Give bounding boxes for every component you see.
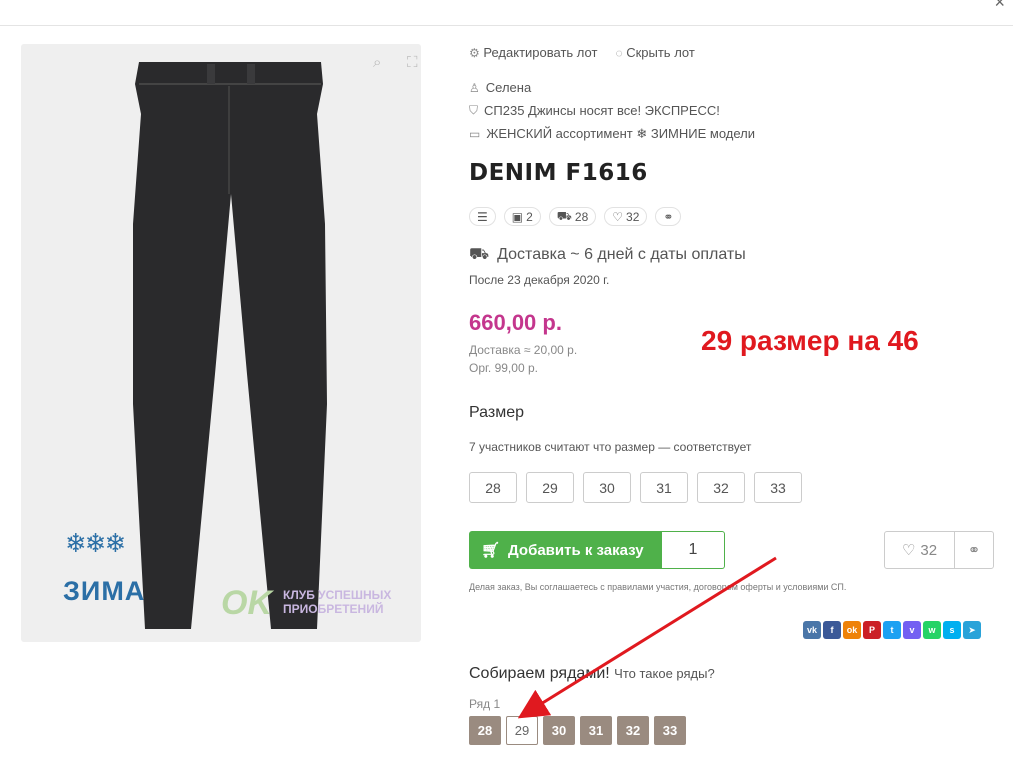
price: 660,00 р. bbox=[469, 310, 562, 335]
row-size-slot[interactable]: 33 bbox=[654, 716, 686, 745]
link-stat[interactable]: ⚭ bbox=[655, 207, 682, 226]
pinterest-icon[interactable]: P bbox=[863, 621, 881, 639]
ok-watermark: OK bbox=[221, 584, 272, 622]
snowflakes-logo: ❄❄❄ bbox=[65, 528, 126, 558]
edit-lot-link[interactable]: ⚙ Редактировать лот bbox=[469, 45, 597, 60]
twitter-icon[interactable]: t bbox=[883, 621, 901, 639]
user-icon: ♙ bbox=[469, 80, 480, 95]
vk-icon[interactable]: vk bbox=[803, 621, 821, 639]
orders-stat[interactable]: ⛟ 28 bbox=[548, 207, 597, 226]
odnoklassniki-icon[interactable]: ok bbox=[843, 621, 861, 639]
share-buttons: vk f ok Pt v w s ➤ bbox=[803, 621, 981, 639]
whatsapp-icon[interactable]: w bbox=[923, 621, 941, 639]
size-option[interactable]: 31 bbox=[640, 472, 688, 503]
ok-watermark-text: КЛУБ УСПЕШНЫХ ПРИОБРЕТЕНИЙ bbox=[283, 588, 392, 616]
copy-link-button[interactable]: ⚭ bbox=[955, 532, 993, 568]
lot-stats: ☰ ▣ 2 ⛟ 28 ♡ 32 ⚭ bbox=[469, 207, 682, 226]
link-icon: ⚭ bbox=[967, 542, 981, 559]
truck-icon: ⛟ bbox=[469, 246, 490, 263]
add-to-order-button[interactable]: 🛒︎ Добавить к заказу bbox=[469, 531, 662, 569]
size-option[interactable]: 32 bbox=[697, 472, 745, 503]
row-size-slot[interactable]: 31 bbox=[580, 716, 612, 745]
eye-off-icon: ◌ bbox=[615, 46, 623, 60]
size-option[interactable]: 30 bbox=[583, 472, 631, 503]
category-link[interactable]: ▭ ЖЕНСКИЙ ассортимент ❄ ЗИМНИЕ модели bbox=[469, 126, 755, 142]
delivery-date: После 23 декабря 2020 г. bbox=[469, 273, 610, 287]
page-title: DENIM F1616 bbox=[469, 160, 648, 186]
delivery-info: ⛟ Доставка ~ 6 дней с даты оплаты bbox=[469, 246, 746, 263]
size-option[interactable]: 28 bbox=[469, 472, 517, 503]
org-fee: Орг. 99,00 р. bbox=[469, 361, 538, 375]
size-heading: Размер bbox=[469, 404, 524, 421]
cart-icon: ⛟ bbox=[556, 208, 572, 223]
row-size-slot[interactable]: 28 bbox=[469, 716, 501, 745]
telegram-icon[interactable]: ➤ bbox=[963, 621, 981, 639]
facebook-icon[interactable]: f bbox=[823, 621, 841, 639]
bag-icon: ⛉ bbox=[469, 103, 479, 117]
what-are-rows-link[interactable]: Что такое ряды? bbox=[614, 666, 715, 681]
size-option[interactable]: 33 bbox=[754, 472, 802, 503]
row-size-slot[interactable]: 29 bbox=[506, 716, 538, 745]
cart-plus-icon: 🛒︎ bbox=[481, 542, 501, 559]
lot-actions: ⚙ Редактировать лот ◌ Скрыть лот bbox=[469, 45, 695, 60]
heart-icon: ♡ bbox=[612, 209, 624, 224]
gear-icon: ⚙ bbox=[469, 46, 480, 60]
close-icon[interactable]: × bbox=[994, 0, 1005, 13]
zoom-icon[interactable]: ⌕ bbox=[373, 54, 391, 72]
heart-icon: ♡ bbox=[901, 542, 916, 559]
skype-icon[interactable]: s bbox=[943, 621, 961, 639]
size-annotation: 29 размер на 46 bbox=[701, 325, 919, 356]
row-label: Ряд 1 bbox=[469, 697, 501, 711]
rows-heading: Собираем рядами! Что такое ряды? bbox=[469, 665, 715, 682]
viber-icon[interactable]: v bbox=[903, 621, 921, 639]
link-icon: ⚭ bbox=[663, 209, 674, 224]
favorite-button[interactable]: ♡ 32 bbox=[885, 532, 955, 568]
row-size-slot[interactable]: 30 bbox=[543, 716, 575, 745]
favorite-group: ♡ 32 ⚭ bbox=[884, 531, 994, 569]
photos-stat[interactable]: ▣ 2 bbox=[503, 207, 541, 226]
folder-icon: ▭ bbox=[469, 127, 481, 141]
product-photo[interactable]: ⌕ ⛶ ❄❄❄ ЗИМА OK КЛУБ УСПЕШНЫХ ПРИОБРЕТЕНИ… bbox=[21, 44, 421, 642]
image-icon: ▣ bbox=[511, 209, 524, 224]
size-options: 28 29 30 31 32 33 bbox=[469, 472, 802, 503]
hide-lot-link[interactable]: ◌ Скрыть лот bbox=[615, 45, 694, 60]
modal-top-bar: × bbox=[0, 0, 1013, 26]
zima-badge: ЗИМА bbox=[63, 576, 146, 606]
quantity-input[interactable]: 1 bbox=[662, 531, 725, 569]
size-feedback: 7 участников считают что размер — соотве… bbox=[469, 440, 752, 454]
table-stat[interactable]: ☰ bbox=[469, 207, 496, 226]
row-sizes: 28 29 30 31 32 33 bbox=[469, 716, 686, 745]
fullscreen-icon[interactable]: ⛶ bbox=[407, 54, 421, 72]
seller-link[interactable]: ♙ Селена bbox=[469, 80, 531, 95]
row-size-slot[interactable]: 32 bbox=[617, 716, 649, 745]
table-icon: ☰ bbox=[477, 209, 488, 224]
terms-text: Делая заказ, Вы соглашаетесь с правилами… bbox=[469, 582, 847, 592]
size-option[interactable]: 29 bbox=[526, 472, 574, 503]
likes-stat[interactable]: ♡ 32 bbox=[604, 207, 648, 226]
purchase-link[interactable]: ⛉ СП235 Джинсы носят все! ЭКСПРЕСС! bbox=[469, 103, 720, 118]
delivery-cost: Доставка ≈ 20,00 р. bbox=[469, 343, 578, 357]
